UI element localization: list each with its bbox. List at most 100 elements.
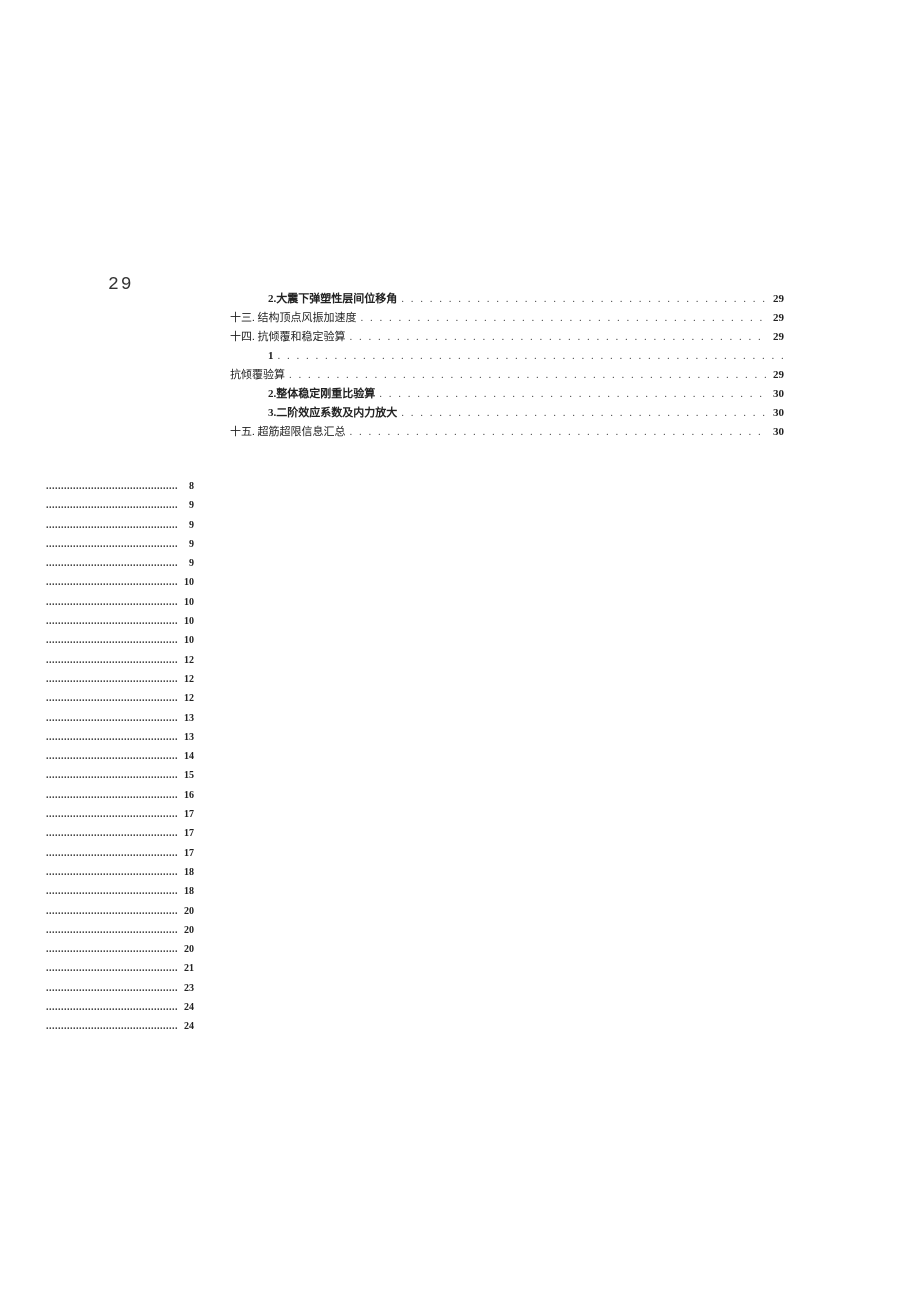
toc-entry-title: 3.二阶效应系数及内力放大 [268,404,397,423]
toc-entry-page: 29 [766,328,784,347]
left-toc-dots: ........................................… [46,554,178,573]
left-toc-entry: ........................................… [46,921,194,940]
left-toc-page: 13 [178,709,194,728]
left-toc-entry: ........................................… [46,631,194,650]
left-toc-page: 15 [178,766,194,785]
left-toc-entry: ........................................… [46,477,194,496]
left-toc-entry: ........................................… [46,844,194,863]
left-toc-dots: ........................................… [46,805,178,824]
toc-dots: . . . . . . . . . . . . . . . . . . . . … [346,423,767,442]
left-toc-entry: ........................................… [46,516,194,535]
left-toc-dots: ........................................… [46,728,178,747]
left-toc-page: 17 [178,844,194,863]
toc-entry-title: 十三. 结构顶点风振加速度 [230,309,357,328]
left-toc-page: 18 [178,882,194,901]
left-toc-dots: ........................................… [46,573,178,592]
toc-entry-page: 29 [766,290,784,309]
left-toc-page: 9 [178,535,194,554]
toc-dots: . . . . . . . . . . . . . . . . . . . . … [285,366,766,385]
toc-entry-title: 十五. 超筋超限信息汇总 [230,423,346,442]
left-toc-page: 24 [178,998,194,1017]
left-toc-page: 14 [178,747,194,766]
left-toc-dots: ........................................… [46,496,178,515]
left-toc-dots: ........................................… [46,786,178,805]
left-toc-page: 13 [178,728,194,747]
left-toc-dots: ........................................… [46,651,178,670]
left-toc-dots: ........................................… [46,766,178,785]
left-toc-page: 18 [178,863,194,882]
left-toc-dots: ........................................… [46,940,178,959]
left-toc-entry: ........................................… [46,535,194,554]
left-toc-page: 24 [178,1017,194,1036]
toc-dots: . . . . . . . . . . . . . . . . . . . . … [375,385,766,404]
left-toc-page: 20 [178,921,194,940]
left-toc-page: 10 [178,573,194,592]
left-toc-entry: ........................................… [46,1017,194,1036]
toc-entry-page: 29 [766,309,784,328]
page-number: 29 [108,275,134,295]
left-toc-entry: ........................................… [46,959,194,978]
toc-entry: 十四. 抗倾覆和稳定验算. . . . . . . . . . . . . . … [230,328,784,347]
left-toc-dots: ........................................… [46,670,178,689]
left-toc-entry: ........................................… [46,766,194,785]
toc-entry-page: 30 [766,404,784,423]
left-toc-entry: ........................................… [46,554,194,573]
left-toc-entry: ........................................… [46,651,194,670]
left-toc-page: 20 [178,902,194,921]
left-toc-page: 12 [178,670,194,689]
left-toc-entry: ........................................… [46,612,194,631]
left-toc-dots: ........................................… [46,709,178,728]
left-toc-entry: ........................................… [46,670,194,689]
left-toc-page: 10 [178,612,194,631]
left-toc-page: 8 [178,477,194,496]
toc-entry: 2.整体稳定刚重比验算. . . . . . . . . . . . . . .… [230,385,784,404]
left-toc-page: 12 [178,651,194,670]
toc-entry: 2.大震下弹塑性层间位移角. . . . . . . . . . . . . .… [230,290,784,309]
toc-entry-title: 2.大震下弹塑性层间位移角 [268,290,397,309]
left-toc-entry: ........................................… [46,747,194,766]
left-toc-list: ........................................… [46,477,194,1037]
left-toc-page: 16 [178,786,194,805]
left-toc-page: 9 [178,496,194,515]
left-toc-entry: ........................................… [46,979,194,998]
left-toc-entry: ........................................… [46,998,194,1017]
left-toc-page: 20 [178,940,194,959]
left-toc-page: 17 [178,824,194,843]
left-toc-dots: ........................................… [46,998,178,1017]
left-toc-page: 17 [178,805,194,824]
left-toc-dots: ........................................… [46,631,178,650]
left-toc-entry: ........................................… [46,689,194,708]
left-toc-entry: ........................................… [46,496,194,515]
left-toc-dots: ........................................… [46,516,178,535]
toc-entry: 十三. 结构顶点风振加速度. . . . . . . . . . . . . .… [230,309,784,328]
left-toc-entry: ........................................… [46,573,194,592]
left-toc-page: 10 [178,631,194,650]
toc-dots: . . . . . . . . . . . . . . . . . . . . … [357,309,767,328]
toc-entry-page: 29 [766,366,784,385]
toc-dots: . . . . . . . . . . . . . . . . . . . . … [274,347,785,366]
toc-entry-title: 2.整体稳定刚重比验算 [268,385,375,404]
toc-entry-page: 30 [766,385,784,404]
left-toc-dots: ........................................… [46,959,178,978]
left-toc-entry: ........................................… [46,863,194,882]
left-toc-dots: ........................................… [46,747,178,766]
left-toc-entry: ........................................… [46,882,194,901]
left-toc-page: 12 [178,689,194,708]
left-toc-page: 21 [178,959,194,978]
toc-entry-page: 30 [766,423,784,442]
toc-dots: . . . . . . . . . . . . . . . . . . . . … [397,404,766,423]
left-toc-dots: ........................................… [46,824,178,843]
left-toc-entry: ........................................… [46,709,194,728]
left-toc-dots: ........................................… [46,477,178,496]
left-toc-dots: ........................................… [46,593,178,612]
left-toc-entry: ........................................… [46,786,194,805]
toc-entry-title: 十四. 抗倾覆和稳定验算 [230,328,346,347]
left-toc-entry: ........................................… [46,728,194,747]
toc-entry: 1. . . . . . . . . . . . . . . . . . . .… [230,347,784,366]
left-toc-dots: ........................................… [46,1017,178,1036]
left-toc-dots: ........................................… [46,921,178,940]
toc-entry: 十五. 超筋超限信息汇总. . . . . . . . . . . . . . … [230,423,784,442]
toc-main: 2.大震下弹塑性层间位移角. . . . . . . . . . . . . .… [230,290,784,442]
left-toc-page: 9 [178,516,194,535]
left-toc-dots: ........................................… [46,844,178,863]
